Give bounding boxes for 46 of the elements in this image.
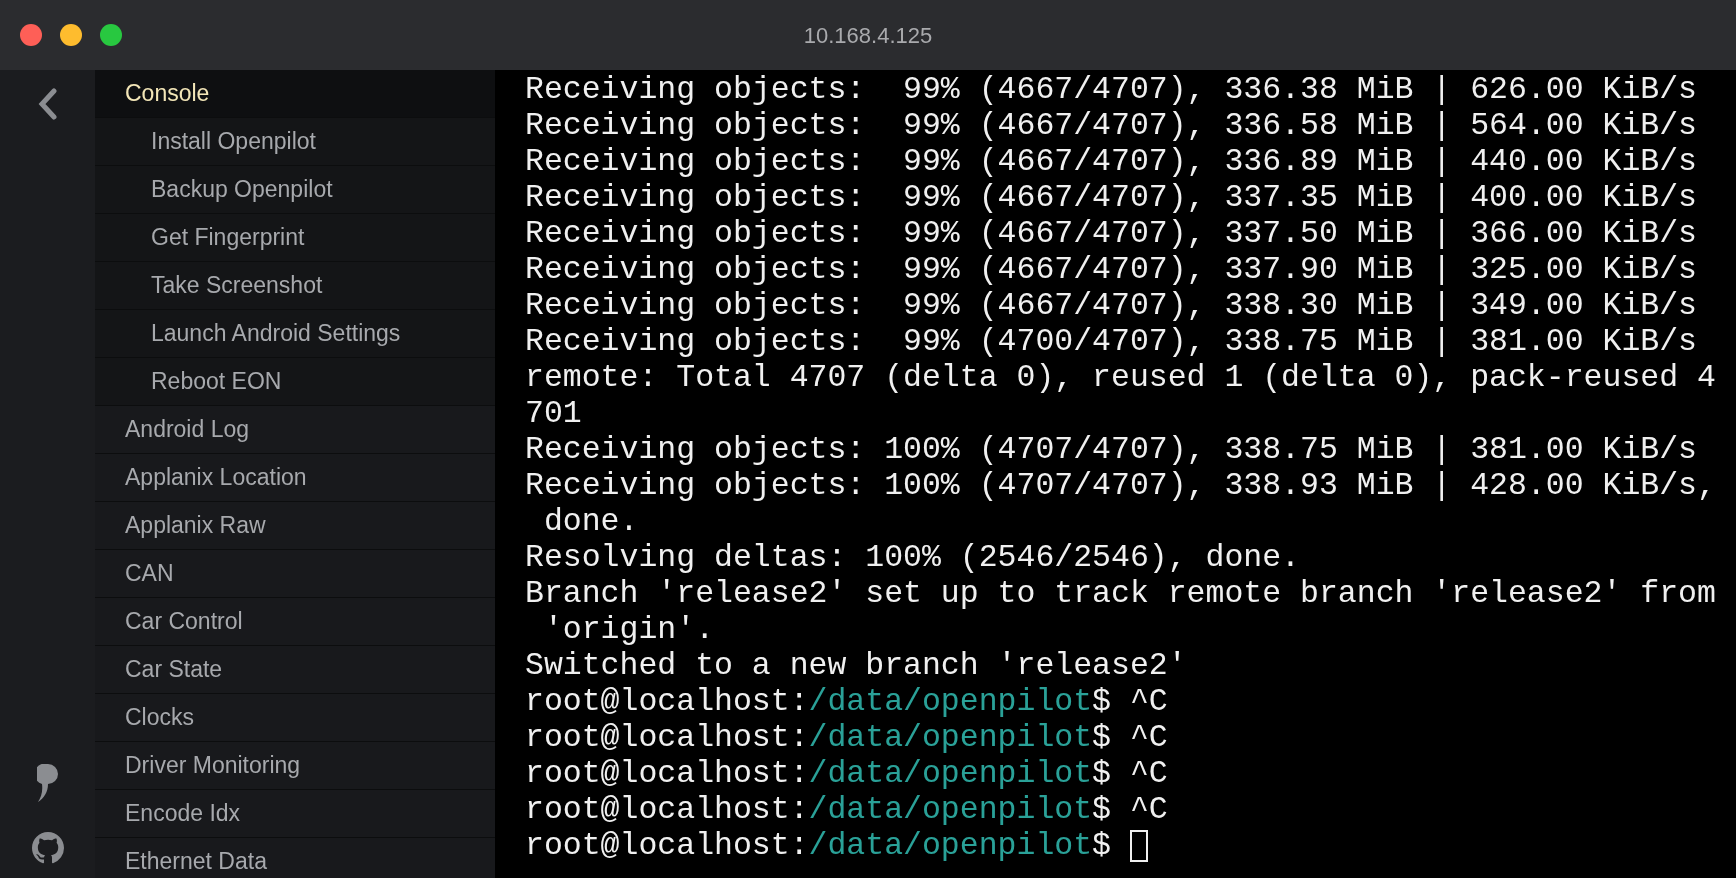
prompt-path: /data/openpilot [808,684,1093,720]
terminal-line: Receiving objects: 100% (4707/4707), 338.93 MiB | 428.00 KiB/s, [525,468,1716,504]
terminal-line: Receiving objects: 99% (4700/4707), 338.75 MiB | 381.00 KiB/s [525,324,1697,360]
prompt-user: root@localhost: [525,720,809,756]
zoom-button[interactable] [100,24,122,46]
prompt-path: /data/openpilot [808,792,1093,828]
sidebar-item[interactable]: Launch Android Settings [95,310,495,358]
terminal-line: Receiving objects: 99% (4667/4707), 336.38 MiB | 626.00 KiB/s [525,72,1697,108]
sidebar-item[interactable]: Backup Openpilot [95,166,495,214]
prompt-command: $ ^C [1092,720,1168,756]
prompt-user: root@localhost: [525,684,809,720]
close-button[interactable] [20,24,42,46]
terminal-line: Receiving objects: 100% (4707/4707), 338.75 MiB | 381.00 KiB/s [525,432,1697,468]
terminal-line: Receiving objects: 99% (4667/4707), 336.58 MiB | 564.00 KiB/s [525,108,1697,144]
prompt-user: root@localhost: [525,756,809,792]
terminal-line: Receiving objects: 99% (4667/4707), 338.30 MiB | 349.00 KiB/s [525,288,1697,324]
sidebar-item[interactable]: Console [95,70,495,118]
sidebar-item[interactable]: Get Fingerprint [95,214,495,262]
prompt-path: /data/openpilot [808,828,1093,864]
sidebar-item[interactable]: Take Screenshot [95,262,495,310]
prompt-command: $ ^C [1092,792,1168,828]
terminal-line: Receiving objects: 99% (4667/4707), 336.89 MiB | 440.00 KiB/s [525,144,1697,180]
prompt-user: root@localhost: [525,828,809,864]
prompt-command: $ [1092,828,1112,864]
sidebar-item[interactable]: Reboot EON [95,358,495,406]
comma-icon[interactable] [36,764,59,802]
back-icon[interactable] [37,88,58,120]
terminal-line: Resolving deltas: 100% (2546/2546), done. [525,540,1301,576]
terminal-line: remote: Total 4707 (delta 0), reused 1 (delta 0), pack-reused 4 [525,360,1716,396]
terminal-line: Branch 'release2' set up to track remote branch 'release2' from [525,576,1716,612]
prompt-command: $ ^C [1092,684,1168,720]
terminal-line: 701 [525,396,582,432]
prompt-path: /data/openpilot [808,720,1093,756]
terminal-line: Receiving objects: 99% (4667/4707), 337.50 MiB | 366.00 KiB/s [525,216,1697,252]
terminal-line: Receiving objects: 99% (4667/4707), 337.90 MiB | 325.00 KiB/s [525,252,1697,288]
prompt-user: root@localhost: [525,792,809,828]
window-title: 10.168.4.125 [803,21,933,50]
terminal-line: Switched to a new branch 'release2' [525,648,1187,684]
terminal-line: 'origin'. [542,612,715,648]
sidebar-item[interactable]: Install Openpilot [95,118,495,166]
github-icon[interactable] [31,832,64,864]
minimize-button[interactable] [60,24,82,46]
terminal-line: Receiving objects: 99% (4667/4707), 337.35 MiB | 400.00 KiB/s [525,180,1697,216]
prompt-path: /data/openpilot [808,756,1093,792]
terminal-line: done. [542,504,639,540]
prompt-command: $ ^C [1092,756,1168,792]
